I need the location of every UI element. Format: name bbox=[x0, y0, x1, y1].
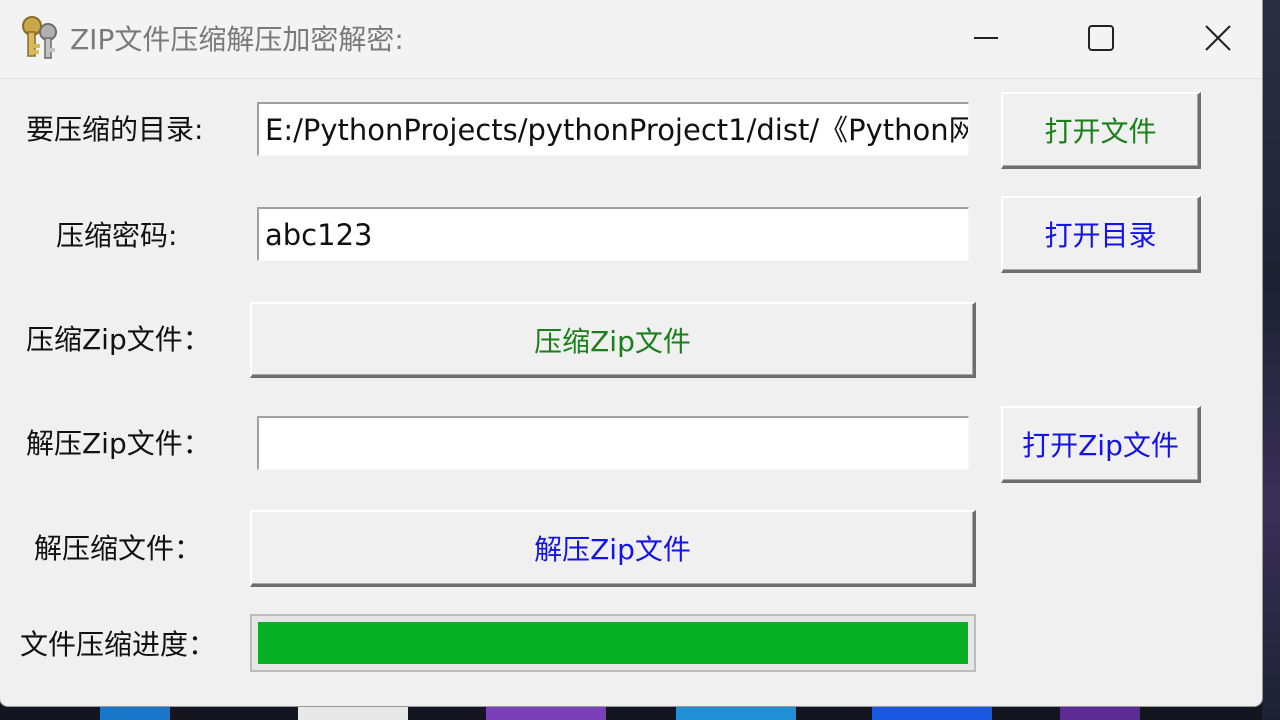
compress-password-input[interactable]: abc123 bbox=[257, 207, 969, 261]
maximize-icon bbox=[1088, 25, 1114, 51]
close-button[interactable] bbox=[1188, 10, 1248, 66]
progress-label: 文件压缩进度： bbox=[20, 628, 217, 661]
desktop-background bbox=[1262, 0, 1280, 720]
compress-dir-label: 要压缩的目录: bbox=[26, 113, 204, 146]
window-title: ZIP文件压缩解压加密解密: bbox=[70, 23, 404, 56]
maximize-button[interactable] bbox=[1071, 10, 1131, 66]
compress-progress-bar bbox=[250, 614, 976, 672]
open-dir-button[interactable]: 打开目录 bbox=[1001, 196, 1201, 273]
extract-zip-button[interactable]: 解压Zip文件 bbox=[250, 510, 976, 587]
minimize-button[interactable] bbox=[956, 10, 1016, 66]
minimize-icon bbox=[974, 37, 998, 39]
compress-password-label: 压缩密码: bbox=[56, 219, 178, 252]
compress-dir-input[interactable]: E:/PythonProjects/pythonProject1/dist/《P… bbox=[257, 102, 969, 156]
open-file-button[interactable]: 打开文件 bbox=[1001, 92, 1201, 169]
compress-zip-button[interactable]: 压缩Zip文件 bbox=[250, 302, 976, 378]
close-icon bbox=[1205, 25, 1231, 51]
extract-file-label: 解压缩文件： bbox=[34, 532, 203, 565]
keys-icon bbox=[18, 14, 62, 60]
extract-zip-label: 解压Zip文件： bbox=[26, 427, 211, 460]
title-bar[interactable]: ZIP文件压缩解压加密解密: bbox=[0, 0, 1262, 79]
progress-fill bbox=[258, 622, 968, 664]
compress-zip-label: 压缩Zip文件： bbox=[26, 323, 211, 356]
extract-zip-input[interactable] bbox=[257, 416, 969, 470]
app-window: ZIP文件压缩解压加密解密: 要压缩的目录: E:/PythonProjects… bbox=[0, 0, 1262, 706]
open-zip-button[interactable]: 打开Zip文件 bbox=[1001, 406, 1201, 483]
